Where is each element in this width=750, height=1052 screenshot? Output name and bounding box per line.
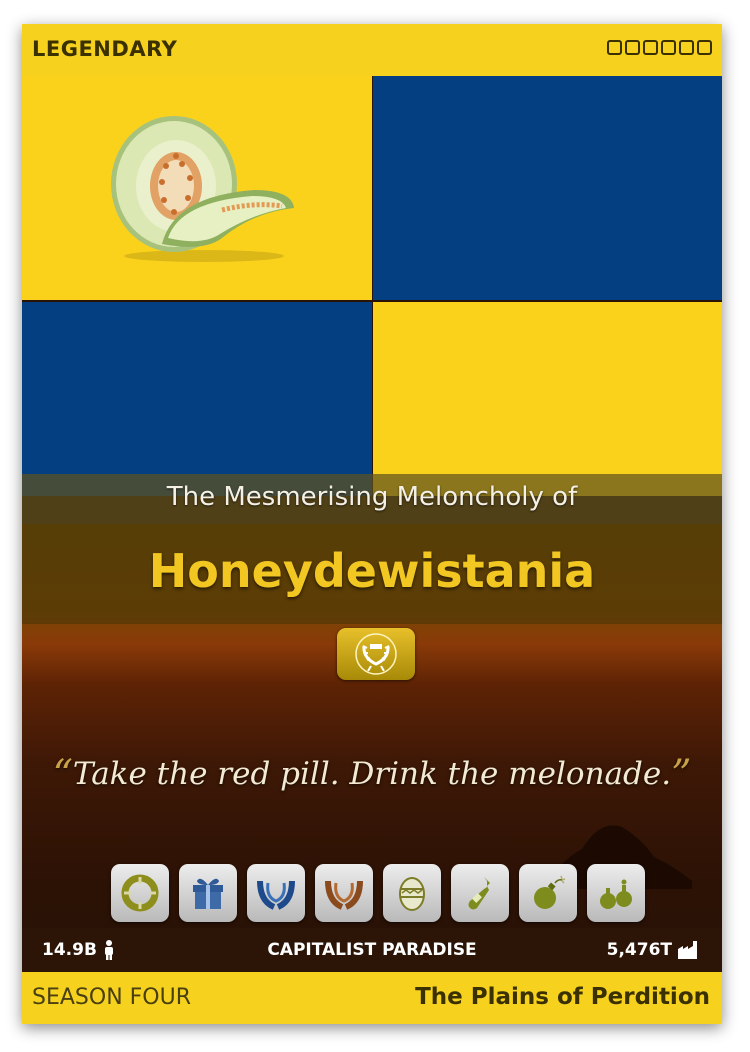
bomb-icon (534, 875, 566, 909)
bronze-wreath-icon (325, 880, 363, 910)
nation-motto: “Take the red pill. Drink the melonade.” (22, 752, 722, 798)
card-header: LEGENDARY (22, 24, 722, 76)
slot-box-icon (661, 40, 676, 55)
rarity-label: LEGENDARY (32, 37, 178, 61)
life-ring-icon (121, 874, 159, 912)
bottle-badge[interactable] (451, 864, 509, 922)
slot-box-icon (643, 40, 658, 55)
laurel-wreath-icon (355, 633, 397, 675)
easter-egg-icon (399, 877, 425, 911)
slot-box-icon (697, 40, 712, 55)
card-footer: SEASON FOUR The Plains of Perdition (22, 972, 722, 1024)
nation-flag[interactable] (22, 76, 722, 496)
gift-badge[interactable] (179, 864, 237, 922)
slot-box-icon (625, 40, 640, 55)
industry-value: 5,476T (606, 940, 672, 960)
blue-wreath-badge[interactable] (247, 864, 305, 922)
flag-quadrant-blue (22, 302, 372, 496)
close-quote: ” (671, 752, 692, 798)
flag-quadrant-blue (373, 76, 722, 300)
motto-text: Take the red pill. Drink the melonade. (72, 756, 672, 792)
region-link[interactable]: The Plains of Perdition (415, 984, 710, 1010)
flag-quadrant-yellow (373, 302, 722, 496)
slot-box-icon (607, 40, 622, 55)
nation-card[interactable]: LEGENDARY The Mesmerising Meloncholy of … (22, 24, 722, 1024)
laurel-wreath-badge[interactable] (337, 628, 415, 680)
collection-slots (607, 40, 712, 55)
stats-bar: 14.9B CAPITALIST PARADISE 5,476T (22, 928, 722, 972)
easter-egg-badge[interactable] (383, 864, 441, 922)
potions-icon (600, 879, 632, 909)
gift-icon (193, 878, 223, 909)
nation-pretitle: The Mesmerising Meloncholy of (166, 482, 578, 512)
nation-name[interactable]: Honeydewistania (22, 544, 722, 598)
badge-row (111, 864, 645, 922)
season-label: SEASON FOUR (32, 985, 192, 1010)
potions-badge[interactable] (587, 864, 645, 922)
honeydew-melon-icon (111, 116, 294, 262)
bronze-wreath-badge[interactable] (315, 864, 373, 922)
slot-box-icon (679, 40, 694, 55)
industry-stat: 5,476T (607, 940, 700, 960)
factory-icon (678, 941, 697, 959)
bottle-icon (468, 877, 490, 910)
open-quote: “ (52, 752, 73, 798)
blue-wreath-icon (257, 880, 295, 910)
bomb-badge[interactable] (519, 864, 577, 922)
life-ring-badge[interactable] (111, 864, 169, 922)
